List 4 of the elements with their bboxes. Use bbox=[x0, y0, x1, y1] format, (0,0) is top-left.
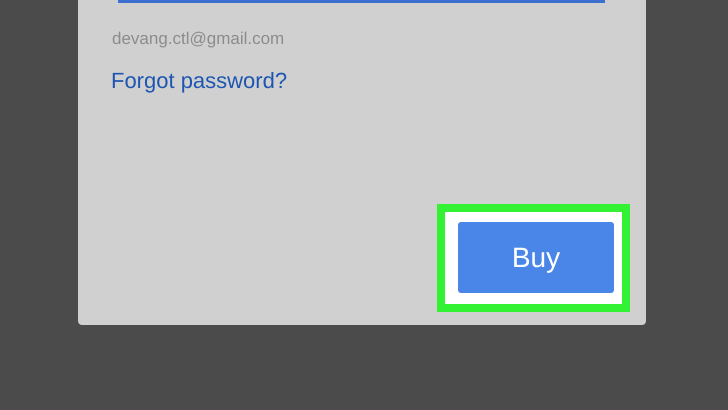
password-field-underline[interactable] bbox=[118, 0, 605, 3]
buy-button[interactable]: Buy bbox=[458, 222, 614, 293]
account-email: devang.ctl@gmail.com bbox=[112, 28, 284, 50]
forgot-password-link[interactable]: Forgot password? bbox=[111, 64, 288, 97]
